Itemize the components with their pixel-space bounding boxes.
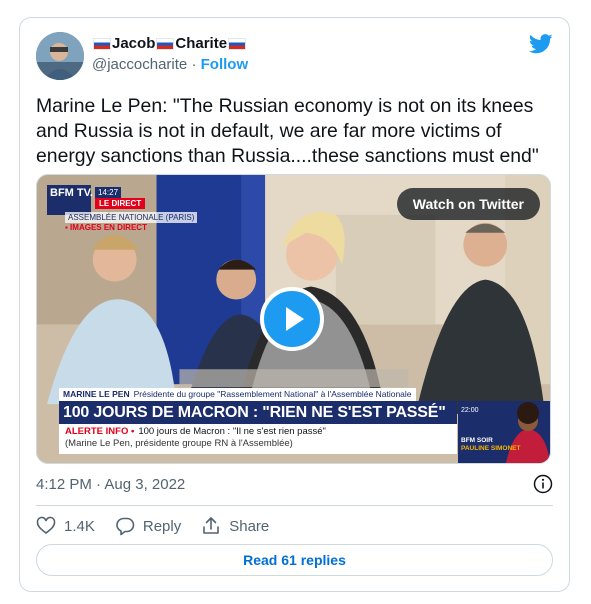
russian-flag-icon: [228, 37, 247, 50]
tweet-timestamp[interactable]: 4:12 PM · Aug 3, 2022: [36, 476, 185, 493]
reply-icon: [116, 517, 135, 536]
broadcast-location: ASSEMBLÉE NATIONALE (PARIS): [65, 212, 198, 223]
separator: ·: [191, 56, 197, 73]
like-button[interactable]: 1.4K: [36, 516, 95, 536]
play-button[interactable]: [260, 287, 324, 351]
like-count: 1.4K: [64, 517, 95, 535]
live-images-label: ▪ IMAGES EN DIRECT: [65, 223, 147, 232]
twitter-bird-icon[interactable]: [529, 34, 553, 54]
program-inset: 22:00 BFM SOIR PAULINE SIMONET: [458, 401, 550, 463]
tweet-card: Jacob Charite @jaccocharite · Follow Mar…: [19, 17, 570, 592]
follow-link[interactable]: Follow: [201, 56, 249, 73]
speaker-name: MARINE LE PEN: [63, 389, 130, 399]
action-bar: 1.4K Reply Share: [36, 514, 289, 538]
inset-show: BFM SOIR PAULINE SIMONET: [461, 437, 520, 453]
share-icon: [203, 517, 220, 534]
read-replies-button[interactable]: Read 61 replies: [36, 544, 553, 576]
speaker-caption: MARINE LE PEN Présidente du groupe "Rasse…: [59, 388, 416, 401]
share-label: Share: [229, 517, 270, 535]
alert-text: 100 jours de Macron : "Il ne s'est rien …: [138, 426, 326, 437]
broadcast-clock: 14:27: [95, 187, 122, 198]
alert-label: ALERTE INFO •: [65, 426, 135, 437]
inset-time: 22:00: [461, 407, 479, 414]
reply-button[interactable]: Reply: [115, 516, 181, 536]
inset-host: PAULINE SIMONET: [461, 445, 521, 452]
share-button[interactable]: Share: [201, 516, 269, 536]
author-name-row[interactable]: Jacob Charite: [92, 35, 247, 52]
alert-subtext: (Marine Le Pen, présidente groupe RN à l…: [65, 438, 293, 449]
author-handle[interactable]: @jaccocharite: [92, 56, 187, 73]
play-icon: [286, 307, 304, 331]
info-icon[interactable]: [533, 474, 553, 494]
speaker-title: Présidente du groupe "Rassemblement Nati…: [133, 389, 412, 399]
alert-bar: ALERTE INFO • 100 jours de Macron : "Il n…: [59, 424, 457, 454]
broadcast-headline: 100 JOURS DE MACRON : "RIEN NE S'EST PAS…: [59, 401, 457, 424]
inset-show-name: BFM SOIR: [461, 437, 493, 444]
channel-logo-text: BFM TV.: [50, 187, 93, 199]
russian-flag-icon: [156, 37, 175, 50]
display-name[interactable]: Jacob: [112, 35, 155, 52]
live-tag: LE DIRECT: [95, 198, 146, 209]
author-handle-row: @jaccocharite · Follow: [92, 56, 248, 73]
avatar[interactable]: [36, 32, 84, 80]
video-media[interactable]: BFM TV. 14:27 LE DIRECT ASSEMBLÉE NATION…: [36, 174, 551, 464]
heart-icon: [36, 516, 56, 535]
reply-label: Reply: [142, 517, 182, 535]
divider: [36, 505, 553, 506]
tweet-text: Marine Le Pen: "The Russian economy is n…: [36, 95, 539, 167]
watch-on-twitter-button[interactable]: Watch on Twitter: [396, 188, 540, 220]
display-name-suffix[interactable]: Charite: [175, 35, 227, 52]
russian-flag-icon: [93, 37, 111, 50]
